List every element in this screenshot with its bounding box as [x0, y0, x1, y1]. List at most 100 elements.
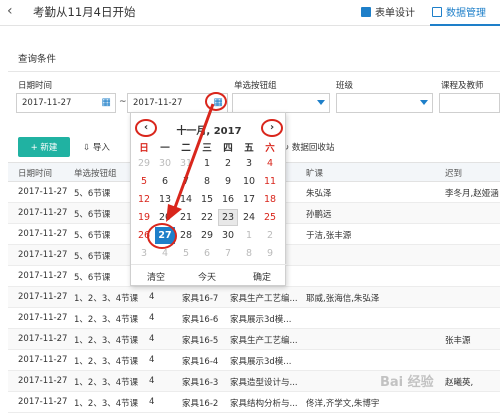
calendar-day[interactable]: 24 [239, 209, 259, 226]
calendar-day[interactable]: 30 [155, 155, 175, 172]
table-cell: 4 [149, 313, 155, 323]
radio-group-select[interactable] [232, 93, 330, 113]
calendar-day[interactable]: 4 [155, 245, 175, 262]
table-cell: 家具结构分析与... [230, 399, 298, 409]
new-button[interactable]: + 新建 [18, 137, 70, 157]
table-cell: 耶威,张海信,朱弘泽 [306, 294, 380, 304]
weekday-label: 一 [160, 143, 170, 154]
calendar-day[interactable]: 28 [176, 227, 196, 244]
table-row[interactable]: 2017-11-27 1、2、3、4节课 4 家具16-7 家具生产工艺编... 耶威,张… [8, 287, 500, 308]
calendar-day[interactable]: 8 [239, 245, 259, 262]
calendar-day[interactable]: 7 [176, 173, 196, 190]
table-row[interactable]: 2017-11-27 1、2、3、4节课 4 家具16-4 家具展示3d模... [8, 350, 500, 371]
calendar-icon[interactable]: ▦ [102, 97, 111, 108]
calendar-day[interactable]: 9 [218, 173, 238, 190]
course-select[interactable] [439, 93, 500, 113]
annotation-circle [135, 119, 157, 137]
table-cell: 4 [149, 292, 155, 302]
table-cell: 2017-11-27 [18, 229, 68, 239]
calendar-day[interactable]: 20 [155, 209, 175, 226]
query-section-title: 查询条件 [18, 54, 57, 65]
calendar-day[interactable]: 26 [134, 227, 154, 244]
calendar-day[interactable]: 5 [134, 173, 154, 190]
calendar-day[interactable]: 27 [155, 227, 175, 244]
class-select[interactable] [336, 93, 433, 113]
calendar-day[interactable]: 6 [155, 173, 175, 190]
weekday-label: 三 [202, 143, 212, 154]
calendar-day[interactable]: 2 [260, 227, 280, 244]
calendar-day[interactable]: 2 [218, 155, 238, 172]
table-cell: 家具16-7 [182, 294, 219, 304]
import-button[interactable]: ⇩ 导入 [83, 141, 110, 153]
date-from-input[interactable]: 2017-11-27 ▦ [16, 93, 116, 113]
table-cell: 1、2、3、4节课 [74, 357, 139, 367]
ok-button[interactable]: 确定 [253, 270, 271, 283]
table-row[interactable]: 2017-11-27 1、2、3、4节课 4 家具16-5 家具生产工艺编... 张丰源 [8, 329, 500, 350]
table-cell: 张丰源 [445, 336, 471, 346]
watermark: Bai 经验 [380, 375, 434, 390]
calendar-footer: 清空 今天 确定 [131, 264, 287, 286]
chevron-down-icon [420, 100, 428, 105]
calendar-day[interactable]: 11 [260, 173, 280, 190]
calendar-day[interactable]: 7 [218, 245, 238, 262]
calendar-day[interactable]: 5 [176, 245, 196, 262]
date-from-value: 2017-11-27 [22, 98, 72, 108]
calendar-day[interactable]: 17 [239, 191, 259, 208]
recycle-bin-button[interactable]: ↻ 数据回收站 [282, 141, 334, 153]
clear-button[interactable]: 清空 [147, 270, 165, 283]
table-cell: 家具造型设计与... [230, 378, 298, 388]
column-header[interactable]: 迟到 [445, 167, 462, 179]
data-icon [432, 6, 442, 17]
calendar-day[interactable]: 1 [197, 155, 217, 172]
table-row[interactable]: 2017-11-27 1、2、3、4节课 4 家具16-2 家具结构分析与... 佟洋,齐… [8, 392, 500, 413]
date-label: 日期时间 [18, 81, 53, 91]
tab-label: 表单设计 [375, 8, 415, 19]
calendar-day[interactable]: 25 [260, 209, 280, 226]
calendar-day[interactable]: 3 [239, 155, 259, 172]
back-chevron-icon[interactable]: ‹ [7, 3, 13, 19]
column-header[interactable]: 日期时间 [18, 167, 52, 179]
calendar-day[interactable]: 13 [155, 191, 175, 208]
calendar-day[interactable]: 18 [260, 191, 280, 208]
calendar-day[interactable]: 29 [197, 227, 217, 244]
calendar-day[interactable]: 30 [218, 227, 238, 244]
calendar-day[interactable]: 14 [176, 191, 196, 208]
table-cell: 2017-11-27 [18, 334, 68, 344]
table-cell: 1、2、3、4节课 [74, 294, 139, 304]
calendar-day[interactable]: 9 [260, 245, 280, 262]
divider [8, 71, 500, 72]
calendar-day[interactable]: 12 [134, 191, 154, 208]
table-cell: 2017-11-27 [18, 271, 68, 281]
calendar-day[interactable]: 8 [197, 173, 217, 190]
calendar-day[interactable]: 22 [197, 209, 217, 226]
tab-form-design[interactable]: 表单设计 [361, 4, 415, 19]
column-header[interactable]: 旷课 [306, 167, 323, 179]
calendar-day[interactable]: 4 [260, 155, 280, 172]
table-cell: 2017-11-27 [18, 376, 68, 386]
table-cell: 家具生产工艺编... [230, 336, 298, 346]
calendar-day[interactable]: 15 [197, 191, 217, 208]
table-cell: 4 [149, 397, 155, 407]
calendar-day[interactable]: 3 [134, 245, 154, 262]
calendar-day[interactable]: 1 [239, 227, 259, 244]
table-cell: 家具16-3 [182, 378, 219, 388]
calendar-day[interactable]: 31 [176, 155, 196, 172]
calendar-day[interactable]: 29 [134, 155, 154, 172]
calendar-day[interactable]: 21 [176, 209, 196, 226]
calendar-day[interactable]: 6 [197, 245, 217, 262]
table-cell: 2017-11-27 [18, 355, 68, 365]
annotation-circle [205, 92, 227, 111]
tab-data-management[interactable]: 数据管理 [432, 4, 486, 19]
calendar-day[interactable]: 23 [218, 209, 238, 226]
table-cell: 于洁,张丰源 [306, 231, 352, 241]
calendar-day[interactable]: 10 [239, 173, 259, 190]
calendar-day[interactable]: 16 [218, 191, 238, 208]
table-row[interactable]: 2017-11-27 1、2、3、4节课 4 家具16-6 家具展示3d模... [8, 308, 500, 329]
table-cell: 佟洋,齐学文,朱博宇 [306, 399, 380, 409]
today-button[interactable]: 今天 [198, 270, 216, 283]
form-icon [361, 6, 371, 17]
column-header[interactable]: 单选按钮组 [74, 167, 117, 179]
calendar-day[interactable]: 19 [134, 209, 154, 226]
class-label: 班级 [336, 81, 354, 91]
annotation-circle [261, 119, 283, 137]
